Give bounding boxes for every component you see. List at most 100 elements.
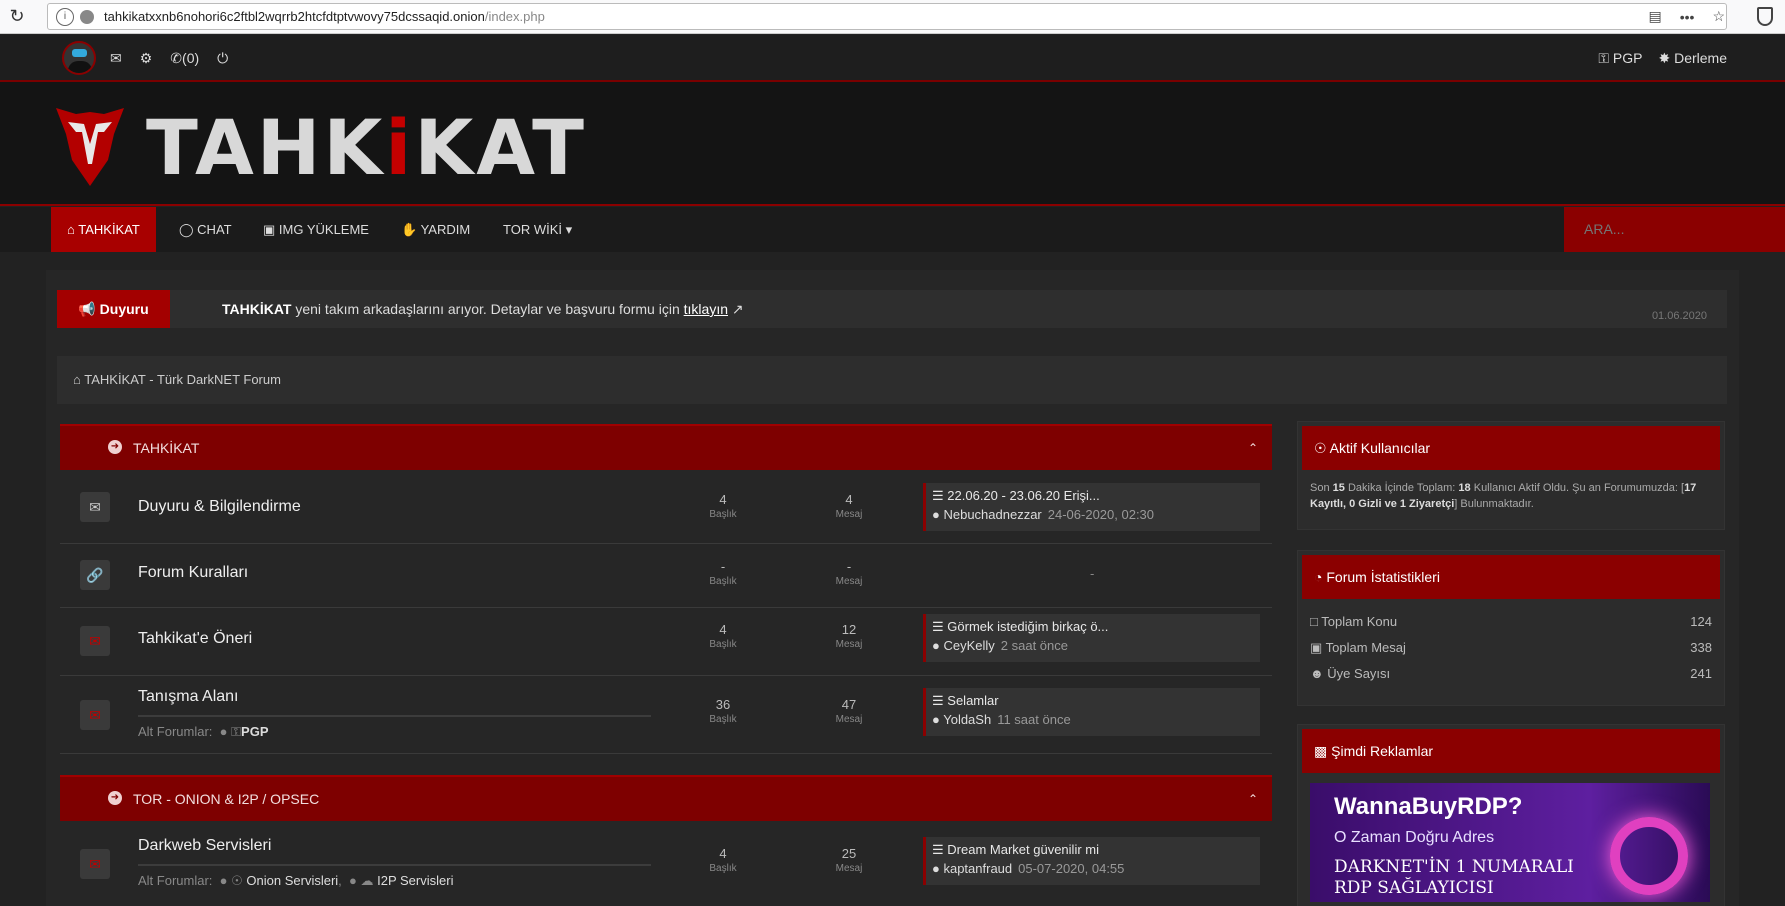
envelope-red-icon: ✉ [80,849,110,879]
subforum-link[interactable]: I2P Servisleri [377,873,453,888]
forum-row[interactable]: 🔗 Forum Kuralları - Başlık - Mesaj - [60,544,1272,608]
envelope-open-icon: ✉ [80,492,110,522]
envelope-icon[interactable]: ✉ [110,50,122,67]
post-count: 12 Mesaj [835,622,863,650]
nav-yardim[interactable]: ✋ YARDIM [385,207,486,252]
shield-icon[interactable] [1757,7,1773,26]
reader-view-icon[interactable]: ▤ [1648,8,1661,25]
category-title: TAHKİKAT [133,440,200,456]
subforum-link[interactable]: PGP [241,724,268,739]
category-title: TOR - ONION & I2P / OPSEC [133,791,320,807]
image-icon: ▣ [263,222,279,237]
home-icon: ⌂ [73,372,85,387]
nav-tor-wiki[interactable]: TOR WİKİ ▾ [487,207,588,252]
announcement-bar: 📢 Duyuru TAHKİKAT yeni takım arkadaşları… [57,290,1727,328]
forum-name[interactable]: Tanışma Alanı [138,688,239,706]
category-header[interactable]: ➜ TAHKİKAT ⌃ [60,424,1272,470]
key-icon: ⚿ [231,724,242,739]
nav-img-upload[interactable]: ▣ IMG YÜKLEME [247,207,385,252]
forum-name[interactable]: Duyuru & Bilgilendirme [138,498,301,516]
ad-banner[interactable]: WannaBuyRDP? O Zaman Doğru Adres DARKNET… [1310,783,1710,902]
divider [138,864,651,866]
bookmark-star-icon[interactable]: ☆ [1712,8,1725,25]
reload-icon[interactable]: ↻ [0,6,34,27]
active-users-panel: ☉ Aktif Kullanıcılar Son 15 Dakika İçind… [1297,421,1725,530]
category-header[interactable]: ➜ TOR - ONION & I2P / OPSEC ⌃ [60,775,1272,821]
topic-count: - Başlık [709,559,737,587]
nav-tahkikat[interactable]: ⌂ TAHKİKAT [51,207,156,252]
post-count: 25 Mesaj [835,846,863,874]
caret-down-icon: ▾ [561,222,573,237]
main-nav: ⌂ TAHKİKAT ◯ CHAT ▣ IMG YÜKLEME ✋ YARDIM… [0,207,1785,252]
address-bar[interactable]: i tahkikatxxnb6nohori6c2ftbl2wqrrb2htcfd… [47,3,1727,30]
last-post[interactable]: ☰ Dream Market güvenilir mi ● kaptanfrau… [923,837,1260,885]
pie-chart-icon: ◔ [1314,569,1327,585]
user-icon: ● [932,638,944,653]
envelope-red-icon: ✉ [80,700,110,730]
file-icon: □ [1310,614,1322,629]
arrow-circle-icon: ➜ [108,440,122,454]
info-icon[interactable]: i [56,7,74,26]
forum-row[interactable]: ✉ Duyuru & Bilgilendirme 4 Başlık 4 Mesaj … [60,472,1272,544]
envelope-red-icon: ✉ [80,626,110,656]
stat-row: ☻ Üye Sayısı 241 [1310,666,1712,681]
settings-icon[interactable]: ⚙ [140,50,153,67]
announcement-link[interactable]: tıklayın [684,301,728,317]
topic-count: 36 Başlık [709,697,737,725]
megaphone-icon: 📢 [78,301,100,317]
last-post[interactable]: ☰ Selamlar ● YoldaSh 11 saat önce [923,688,1260,736]
announcement-text: TAHKİKAT yeni takım arkadaşlarını arıyor… [222,301,744,317]
browser-toolbar: ↻ i tahkikatxxnb6nohori6c2ftbl2wqrrb2htc… [0,0,1785,34]
handshake-icon: ✋ [401,222,421,237]
globe-icon: ☉ [1314,440,1330,456]
subforums: Alt Forumlar: ● ☉ Onion Servisleri, ● ☁ … [138,873,454,888]
forum-name[interactable]: Darkweb Servisleri [138,837,271,855]
forum-name[interactable]: Tahkikat'e Öneri [138,630,252,648]
topic-count: 4 Başlık [709,622,737,650]
topic-count: 4 Başlık [709,846,737,874]
pgp-link[interactable]: ⚿ PGP [1598,50,1642,67]
chat-icon: ◯ [179,222,198,237]
nav-chat[interactable]: ◯ CHAT [163,207,248,252]
last-post-empty: - [1090,566,1095,581]
divider [138,715,651,717]
topic-count: 4 Başlık [709,492,737,520]
derleme-link[interactable]: ✸ Derleme [1658,50,1727,67]
search-input[interactable] [1564,207,1785,252]
bar-chart-icon: ▩ [1314,743,1332,759]
active-users-text: Son 15 Dakika İçinde Toplam: 18 Kullanıc… [1310,482,1697,510]
cloud-icon: ☁ [360,873,374,888]
breadcrumb[interactable]: ⌂ TAHKİKAT - Türk DarkNET Forum [57,356,1727,404]
list-icon: ☰ [932,488,948,503]
last-post[interactable]: ☰ Görmek istediğim birkaç ö... ● CeyKell… [923,614,1260,662]
page-actions-icon[interactable]: ••• [1680,9,1695,25]
list-icon: ☰ [932,842,948,857]
notification-count: (0) [182,50,200,66]
list-icon: ☰ [932,693,948,708]
last-post[interactable]: ☰ 22.06.20 - 23.06.20 Erişi... ● Nebucha… [923,483,1260,531]
notifications[interactable]: ✆(0) [170,50,199,67]
onion-icon [80,9,94,24]
avatar[interactable] [62,41,96,75]
forum-name[interactable]: Forum Kuralları [138,564,248,582]
link-icon: 🔗 [80,560,110,590]
forum-row[interactable]: ✉ Tahkikat'e Öneri 4 Başlık 12 Mesaj ☰ Gör… [60,608,1272,676]
user-icon: ● [932,712,944,727]
bug-icon: ✸ [1658,50,1675,66]
ads-panel: ▩ Şimdi Reklamlar WannaBuyRDP? O Zaman D… [1297,724,1725,906]
post-count: 47 Mesaj [835,697,863,725]
stat-row: ▣ Toplam Mesaj 338 [1310,640,1712,655]
home-icon: ⌂ [67,222,79,237]
announcement-date: 01.06.2020 [1651,310,1707,322]
power-icon[interactable]: ⏻ [217,50,228,67]
subforums: Alt Forumlar: ● ⚿PGP [138,724,269,739]
logo-text[interactable]: TAHKiKAT [146,108,587,188]
logo-emblem-icon[interactable] [54,104,126,188]
user-icon: ● [932,507,944,522]
subforum-link[interactable]: Onion Servisleri [246,873,338,888]
forum-row[interactable]: ✉ Tanışma Alanı Alt Forumlar: ● ⚿PGP 36 B… [60,676,1272,754]
bullet-icon: ● [219,724,228,739]
post-count: - Mesaj [835,559,863,587]
forum-row[interactable]: ✉ Darkweb Servisleri Alt Forumlar: ● ☉ O… [60,823,1272,906]
derleme-label: Derleme [1674,50,1727,66]
